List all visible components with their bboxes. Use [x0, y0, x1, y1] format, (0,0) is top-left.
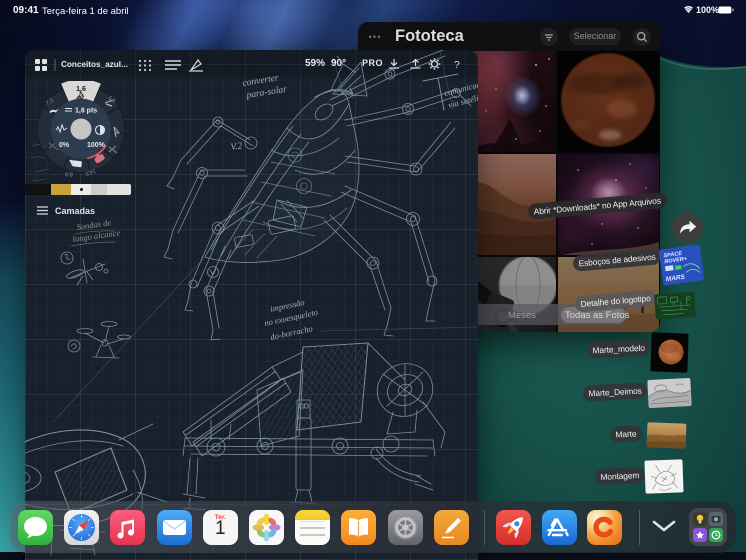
svg-text:MARS: MARS	[665, 274, 686, 284]
svg-text:100%: 100%	[87, 142, 106, 149]
svg-text:0%: 0%	[59, 142, 70, 149]
svg-text:8,9: 8,9	[65, 170, 73, 177]
svg-text:V.2: V.2	[230, 141, 243, 153]
svg-text:?: ?	[454, 59, 460, 71]
svg-text:do-borracho: do-borracho	[269, 323, 313, 342]
svg-text:1,6 pts: 1,6 pts	[75, 108, 97, 115]
